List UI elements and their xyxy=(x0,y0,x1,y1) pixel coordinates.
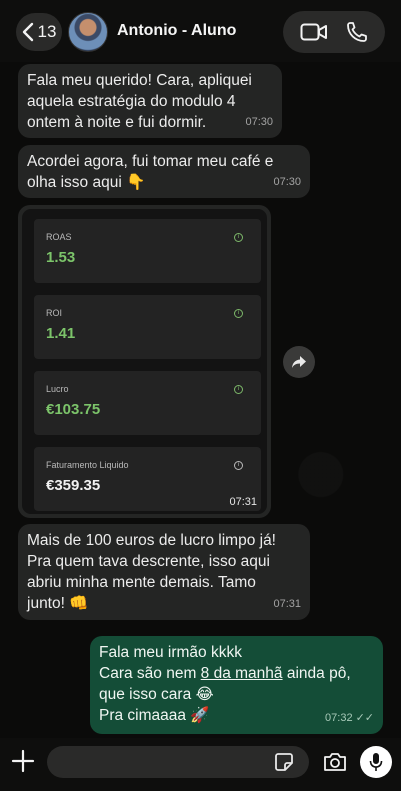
message-time: 07:30 xyxy=(245,116,273,128)
metric-label: Lucro xyxy=(46,384,69,394)
image-message[interactable]: ROAS 1.53 i ROI 1.41 i Lucro €103.75 i F… xyxy=(18,205,271,518)
microphone-icon xyxy=(369,753,383,771)
dashboard-screenshot: ROAS 1.53 i ROI 1.41 i Lucro €103.75 i F… xyxy=(22,209,267,514)
chevron-left-icon xyxy=(22,22,33,42)
share-arrow-icon xyxy=(292,356,306,368)
message-time: 07:32 xyxy=(325,712,353,724)
forward-button[interactable] xyxy=(283,346,315,378)
message-text: Acordei agora, fui tomar meu café e xyxy=(27,153,274,170)
message-bubble-incoming[interactable]: Acordei agora, fui tomar meu café e olha… xyxy=(18,145,310,198)
message-text: Fala meu querido! Cara, apliquei xyxy=(27,72,252,89)
message-bubble-incoming[interactable]: Mais de 100 euros de lucro limpo já! Pra… xyxy=(18,524,310,620)
info-icon: i xyxy=(234,309,243,318)
message-text: Mais de 100 euros de lucro limpo já! xyxy=(27,532,276,549)
message-text: abriu minha mente demais. Tamo xyxy=(27,574,256,591)
unread-count: 13 xyxy=(37,22,57,41)
back-button[interactable]: 13 xyxy=(16,13,62,51)
message-text: aquela estratégia do modulo 4 xyxy=(27,93,236,110)
message-text: Pra quem tava descrente, isso aqui xyxy=(27,553,270,570)
metric-label: Faturamento Liquido xyxy=(46,460,129,470)
message-time: 07:30 xyxy=(273,176,301,188)
info-icon: i xyxy=(234,233,243,242)
sticker-icon[interactable] xyxy=(274,752,294,772)
call-actions xyxy=(283,11,385,53)
plus-icon[interactable] xyxy=(10,748,36,774)
message-time: 07:31 xyxy=(273,598,301,610)
read-receipt-icon: ✓✓ xyxy=(355,712,374,724)
message-text-line: Cara são nem 8 da manhã ainda pô, xyxy=(99,663,374,684)
message-text: ainda pô, xyxy=(282,665,351,682)
contact-name[interactable]: Antonio - Aluno xyxy=(117,22,236,40)
message-bubble-outgoing[interactable]: Fala meu irmão kkkk Cara são nem 8 da ma… xyxy=(90,636,383,734)
camera-icon[interactable] xyxy=(322,750,348,774)
metric-value: €103.75 xyxy=(46,401,101,418)
message-input[interactable] xyxy=(47,746,309,778)
metric-card-lucro: Lucro €103.75 i xyxy=(34,371,261,435)
message-time: 07:31 xyxy=(229,496,257,508)
metric-card-roi: ROI 1.41 i xyxy=(34,295,261,359)
metric-value: 1.53 xyxy=(46,249,76,266)
message-text: Fala meu irmão kkkk xyxy=(99,644,242,661)
info-icon: i xyxy=(234,461,243,470)
metric-label: ROAS xyxy=(46,232,72,242)
metric-card-roas: ROAS 1.53 i xyxy=(34,219,261,283)
metric-card-faturamento: Faturamento Liquido €359.35 i xyxy=(34,447,261,511)
info-icon: i xyxy=(234,385,243,394)
video-call-icon[interactable] xyxy=(300,22,328,42)
message-composer xyxy=(0,738,401,791)
metric-label: ROI xyxy=(46,308,63,318)
message-text: olha isso aqui 👇 xyxy=(27,174,146,191)
microphone-button[interactable] xyxy=(360,746,392,778)
metric-value: €359.35 xyxy=(46,477,101,494)
metric-value: 1.41 xyxy=(46,325,76,342)
time-link[interactable]: 8 da manhã xyxy=(201,665,283,682)
chat-header: 13 Antonio - Aluno xyxy=(0,0,401,62)
message-text: junto! 👊 xyxy=(27,595,89,612)
message-text: Cara são nem xyxy=(99,665,201,682)
message-text: ontem à noite e fui dormir. xyxy=(27,114,207,131)
phone-call-icon[interactable] xyxy=(345,20,369,44)
message-bubble-incoming[interactable]: Fala meu querido! Cara, apliquei aquela … xyxy=(18,64,282,138)
message-text: que isso cara 😂 xyxy=(99,686,214,703)
message-time-group: 07:32 ✓✓ xyxy=(325,708,374,729)
avatar[interactable] xyxy=(68,12,108,52)
